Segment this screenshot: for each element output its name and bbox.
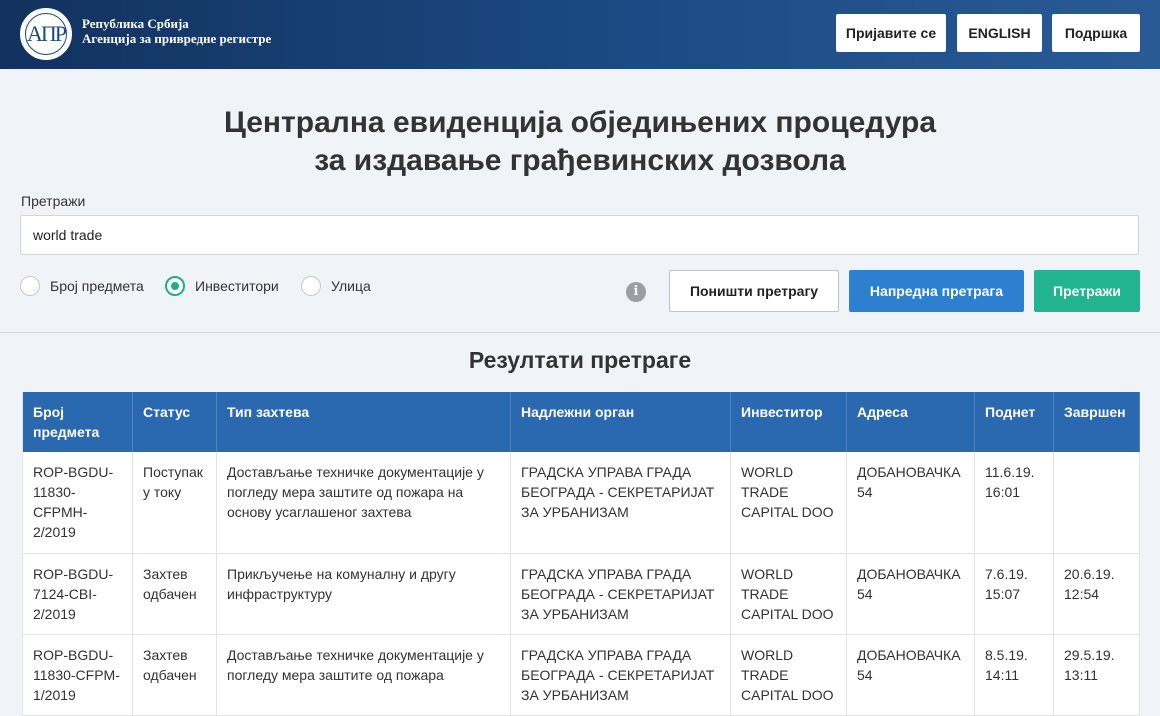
cell-authority: ГРАДСКА УПРАВА ГРАДА БЕОГРАДА - СЕКРЕТАР… xyxy=(510,553,731,635)
search-label: Претражи xyxy=(21,193,86,209)
org-name-line2: Агенција за привредне регистре xyxy=(82,31,272,46)
cell-number[interactable]: ROP-BGDU-11830-CFPM-1/2019 xyxy=(22,634,133,716)
table-row[interactable]: ROP-BGDU-11830-CFPM-1/2019 Захтев одбаче… xyxy=(22,634,1140,716)
radio-case-number[interactable] xyxy=(20,276,40,296)
org-name-line1: Република Србија xyxy=(82,16,189,31)
advanced-search-button[interactable]: Напредна претрага xyxy=(849,270,1024,312)
page-title: Централна евиденција обједињених процеду… xyxy=(0,104,1160,180)
cell-address: ДОБАНОВАЧКА 54 xyxy=(846,452,975,554)
column-header-status[interactable]: Статус xyxy=(132,392,217,452)
cell-submitted: 8.5.19. 14:11 xyxy=(974,634,1054,716)
cell-submitted: 7.6.19. 15:07 xyxy=(974,553,1054,635)
column-header-finished[interactable]: Завршен xyxy=(1053,392,1140,452)
radio-investors-label[interactable]: Инвеститори xyxy=(195,278,279,294)
cell-finished: 20.6.19. 12:54 xyxy=(1053,553,1140,635)
table-row[interactable]: ROP-BGDU-11830-CFPMH-2/2019 Поступак у т… xyxy=(22,452,1140,554)
cell-type: Достављање техничке документације у погл… xyxy=(216,452,511,554)
cell-finished: 29.5.19. 13:11 xyxy=(1053,634,1140,716)
apr-logo[interactable]: АПР xyxy=(20,8,72,60)
cell-address: ДОБАНОВАЧКА 54 xyxy=(846,634,975,716)
section-divider xyxy=(0,332,1160,333)
results-table: Број предмета Статус Тип захтева Надлежн… xyxy=(22,392,1140,716)
column-header-address[interactable]: Адреса xyxy=(846,392,975,452)
column-header-number[interactable]: Број предмета xyxy=(22,392,133,452)
search-input[interactable] xyxy=(20,215,1139,255)
radio-street[interactable] xyxy=(301,276,321,296)
table-header-row: Број предмета Статус Тип захтева Надлежн… xyxy=(22,392,1140,452)
cell-authority: ГРАДСКА УПРАВА ГРАДА БЕОГРАДА - СЕКРЕТАР… xyxy=(510,452,731,554)
radio-investors[interactable] xyxy=(165,276,185,296)
language-button[interactable]: ENGLISH xyxy=(957,14,1042,52)
cell-authority: ГРАДСКА УПРАВА ГРАДА БЕОГРАДА - СЕКРЕТАР… xyxy=(510,634,731,716)
results-title: Резултати претраге xyxy=(468,347,692,373)
radio-street-label[interactable]: Улица xyxy=(331,278,371,294)
cell-status: Захтев одбачен xyxy=(132,553,217,635)
search-button[interactable]: Претражи xyxy=(1034,270,1140,312)
cell-submitted: 11.6.19. 16:01 xyxy=(974,452,1054,554)
cell-number[interactable]: ROP-BGDU-11830-CFPMH-2/2019 xyxy=(22,452,133,554)
cell-investor: WORLD TRADE CAPITAL DOO xyxy=(730,553,847,635)
login-button[interactable]: Пријавите се xyxy=(836,14,946,52)
cell-investor: WORLD TRADE CAPITAL DOO xyxy=(730,634,847,716)
cell-status: Захтев одбачен xyxy=(132,634,217,716)
column-header-type[interactable]: Тип захтева xyxy=(216,392,511,452)
results-table-wrapper: Број предмета Статус Тип захтева Надлежн… xyxy=(22,392,1140,716)
cell-status: Поступак у току xyxy=(132,452,217,554)
reset-search-button[interactable]: Поништи претрагу xyxy=(669,270,839,312)
top-header: АПР Република Србија Агенција за привред… xyxy=(0,0,1160,69)
page-title-line1: Централна евиденција обједињених процеду… xyxy=(223,106,937,139)
radio-case-number-label[interactable]: Број предмета xyxy=(50,278,144,294)
cell-number[interactable]: ROP-BGDU-7124-CBI-2/2019 xyxy=(22,553,133,635)
cell-finished xyxy=(1053,452,1140,554)
cell-type: Прикључење на комуналну и другу инфрастр… xyxy=(216,553,511,635)
support-button[interactable]: Подршка xyxy=(1052,14,1140,52)
apr-logo-mark: АПР xyxy=(25,13,67,55)
cell-investor: WORLD TRADE CAPITAL DOO xyxy=(730,452,847,554)
column-header-authority[interactable]: Надлежни орган xyxy=(510,392,731,452)
column-header-submitted[interactable]: Поднет xyxy=(974,392,1054,452)
info-icon[interactable]: i xyxy=(626,282,646,302)
column-header-investor[interactable]: Инвеститор xyxy=(730,392,847,452)
cell-type: Достављање техничке документације у погл… xyxy=(216,634,511,716)
page-title-line2: за издавање грађевинских дозвола xyxy=(314,144,846,177)
search-mode-radio-group: Број предмета Инвеститори xyxy=(20,276,321,298)
cell-address: ДОБАНОВАЧКА 54 xyxy=(846,553,975,635)
table-row[interactable]: ROP-BGDU-7124-CBI-2/2019 Захтев одбачен … xyxy=(22,553,1140,635)
